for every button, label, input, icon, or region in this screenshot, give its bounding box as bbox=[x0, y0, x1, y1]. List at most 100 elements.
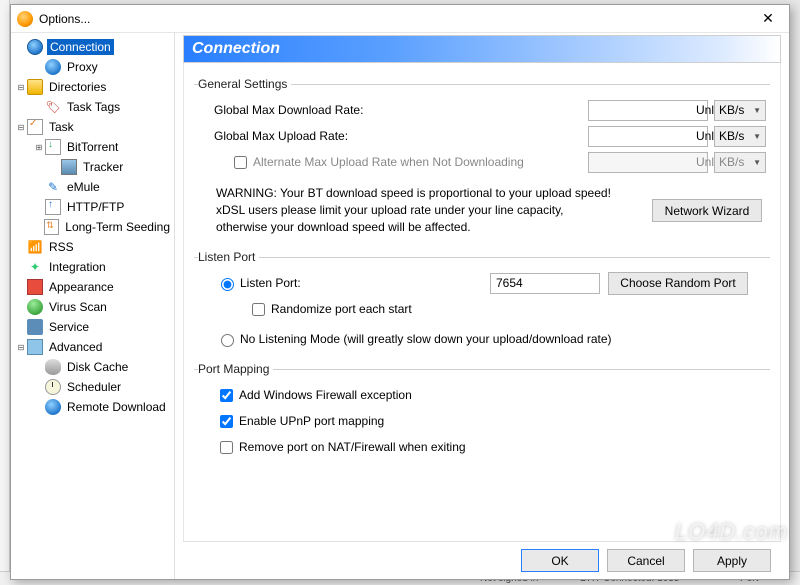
tree-item-label: BitTorrent bbox=[65, 139, 120, 155]
task-icon bbox=[27, 119, 43, 135]
folder-icon bbox=[27, 79, 43, 95]
download-rate-label: Global Max Download Rate: bbox=[214, 103, 414, 117]
alt-upload-checkbox[interactable] bbox=[234, 156, 247, 169]
http-icon bbox=[45, 199, 61, 215]
tree-item-http-ftp[interactable]: HTTP/FTP bbox=[13, 197, 172, 217]
tree-item-emule[interactable]: ✎eMule bbox=[13, 177, 172, 197]
tree-item-scheduler[interactable]: Scheduler bbox=[13, 377, 172, 397]
upload-rate-label: Global Max Upload Rate: bbox=[214, 129, 414, 143]
tree-item-label: Task bbox=[47, 119, 76, 135]
tree-item-task[interactable]: ⊟ Task bbox=[13, 117, 172, 137]
tree-item-bittorrent[interactable]: ⊞ BitTorrent bbox=[13, 137, 172, 157]
dialog-button-bar: OK Cancel Apply bbox=[183, 541, 781, 579]
adv-icon bbox=[27, 339, 43, 355]
int-icon: ✦ bbox=[27, 259, 43, 275]
seed-icon bbox=[44, 219, 59, 235]
tree-item-label: Remote Download bbox=[65, 399, 168, 415]
disk-icon bbox=[45, 359, 61, 375]
upload-rate-spinbox[interactable]: ▲▼ bbox=[588, 126, 708, 147]
bt-icon bbox=[45, 139, 61, 155]
ok-button[interactable]: OK bbox=[521, 549, 599, 572]
tree-item-connection[interactable]: Connection bbox=[13, 37, 172, 57]
tree-item-advanced[interactable]: ⊟ Advanced bbox=[13, 337, 172, 357]
randomize-port-checkbox[interactable] bbox=[252, 303, 265, 316]
remove-nat-label: Remove port on NAT/Firewall when exiting bbox=[239, 440, 466, 454]
tree-item-task-tags[interactable]: 🏷Task Tags bbox=[13, 97, 172, 117]
choose-random-port-button[interactable]: Choose Random Port bbox=[608, 272, 748, 295]
globe-icon bbox=[27, 39, 43, 55]
chevron-down-icon: ▼ bbox=[753, 158, 761, 167]
tree-item-label: Scheduler bbox=[65, 379, 123, 395]
tree-item-label: Virus Scan bbox=[47, 299, 109, 315]
chevron-down-icon: ▼ bbox=[753, 132, 761, 141]
listen-port-radio[interactable] bbox=[221, 278, 234, 291]
listen-port-input[interactable] bbox=[490, 273, 600, 294]
tree-item-label: Appearance bbox=[47, 279, 116, 295]
alt-upload-spinbox[interactable]: ▲▼ bbox=[588, 152, 708, 173]
virus-icon bbox=[27, 299, 43, 315]
tree-item-label: Disk Cache bbox=[65, 359, 130, 375]
tree-item-label: Task Tags bbox=[65, 99, 122, 115]
tree-item-label: Proxy bbox=[65, 59, 100, 75]
upload-rate-unit[interactable]: KB/s▼ bbox=[714, 126, 766, 147]
emule-icon: ✎ bbox=[45, 179, 61, 195]
tree-item-label: HTTP/FTP bbox=[65, 199, 126, 215]
close-button[interactable]: ✕ bbox=[753, 9, 783, 29]
tree-item-label: eMule bbox=[65, 179, 102, 195]
apply-button[interactable]: Apply bbox=[693, 549, 771, 572]
tree-item-appearance[interactable]: Appearance bbox=[13, 277, 172, 297]
sched-icon bbox=[45, 379, 61, 395]
globe-sm-icon bbox=[45, 59, 61, 75]
group-listen-legend: Listen Port bbox=[198, 250, 259, 264]
tree-item-label: Advanced bbox=[47, 339, 104, 355]
tag-icon: 🏷 bbox=[45, 99, 61, 115]
no-listening-radio[interactable] bbox=[221, 334, 234, 347]
network-wizard-button[interactable]: Network Wizard bbox=[652, 199, 762, 222]
tree-item-remote-download[interactable]: Remote Download bbox=[13, 397, 172, 417]
remove-nat-checkbox[interactable] bbox=[220, 441, 233, 454]
firewall-exception-checkbox[interactable] bbox=[220, 389, 233, 402]
download-rate-spinbox[interactable]: ▲▼ bbox=[588, 100, 708, 121]
alt-upload-label: Alternate Max Upload Rate when Not Downl… bbox=[253, 155, 588, 169]
tree-item-service[interactable]: Service bbox=[13, 317, 172, 337]
chevron-down-icon: ▼ bbox=[753, 106, 761, 115]
tracker-icon bbox=[61, 159, 77, 175]
no-listening-label: No Listening Mode (will greatly slow dow… bbox=[240, 332, 612, 346]
panel-title: Connection bbox=[183, 35, 781, 63]
group-general: General Settings Global Max Download Rat… bbox=[194, 77, 770, 242]
tree-item-label: Directories bbox=[47, 79, 108, 95]
group-port-mapping: Port Mapping Add Windows Firewall except… bbox=[194, 362, 770, 462]
firewall-exception-label: Add Windows Firewall exception bbox=[239, 388, 412, 402]
tree-item-long-term-seeding[interactable]: Long-Term Seeding bbox=[13, 217, 172, 237]
download-rate-unit[interactable]: KB/s▼ bbox=[714, 100, 766, 121]
randomize-port-label: Randomize port each start bbox=[271, 302, 412, 316]
cancel-button[interactable]: Cancel bbox=[607, 549, 685, 572]
app-icon bbox=[27, 279, 43, 295]
tree-item-directories[interactable]: ⊟ Directories bbox=[13, 77, 172, 97]
upnp-label: Enable UPnP port mapping bbox=[239, 414, 384, 428]
service-icon bbox=[27, 319, 43, 335]
tree-item-label: RSS bbox=[47, 239, 76, 255]
tree-item-integration[interactable]: ✦Integration bbox=[13, 257, 172, 277]
tree-item-virus-scan[interactable]: Virus Scan bbox=[13, 297, 172, 317]
alt-upload-unit[interactable]: KB/s▼ bbox=[714, 152, 766, 173]
tree-item-label: Tracker bbox=[81, 159, 125, 175]
tree-twisty-icon[interactable]: ⊞ bbox=[33, 143, 45, 152]
tree-twisty-icon[interactable]: ⊟ bbox=[15, 123, 27, 132]
group-general-legend: General Settings bbox=[198, 77, 291, 91]
upnp-checkbox[interactable] bbox=[220, 415, 233, 428]
tree-item-tracker[interactable]: Tracker bbox=[13, 157, 172, 177]
app-icon bbox=[17, 11, 33, 27]
tree-twisty-icon[interactable]: ⊟ bbox=[15, 343, 27, 352]
warning-text: WARNING: Your BT download speed is propo… bbox=[216, 185, 640, 236]
options-tree[interactable]: Connection Proxy ⊟ Directories 🏷Task Tags ⊟ Ta… bbox=[11, 33, 175, 579]
globe-sm-icon bbox=[45, 399, 61, 415]
tree-item-rss[interactable]: 📶RSS bbox=[13, 237, 172, 257]
group-listen-port: Listen Port Listen Port: Choose Random P… bbox=[194, 250, 770, 354]
tree-item-disk-cache[interactable]: Disk Cache bbox=[13, 357, 172, 377]
tree-twisty-icon[interactable]: ⊟ bbox=[15, 83, 27, 92]
group-portmap-legend: Port Mapping bbox=[198, 362, 273, 376]
tree-item-proxy[interactable]: Proxy bbox=[13, 57, 172, 77]
window-title: Options... bbox=[39, 12, 753, 26]
tree-item-label: Connection bbox=[47, 39, 114, 55]
